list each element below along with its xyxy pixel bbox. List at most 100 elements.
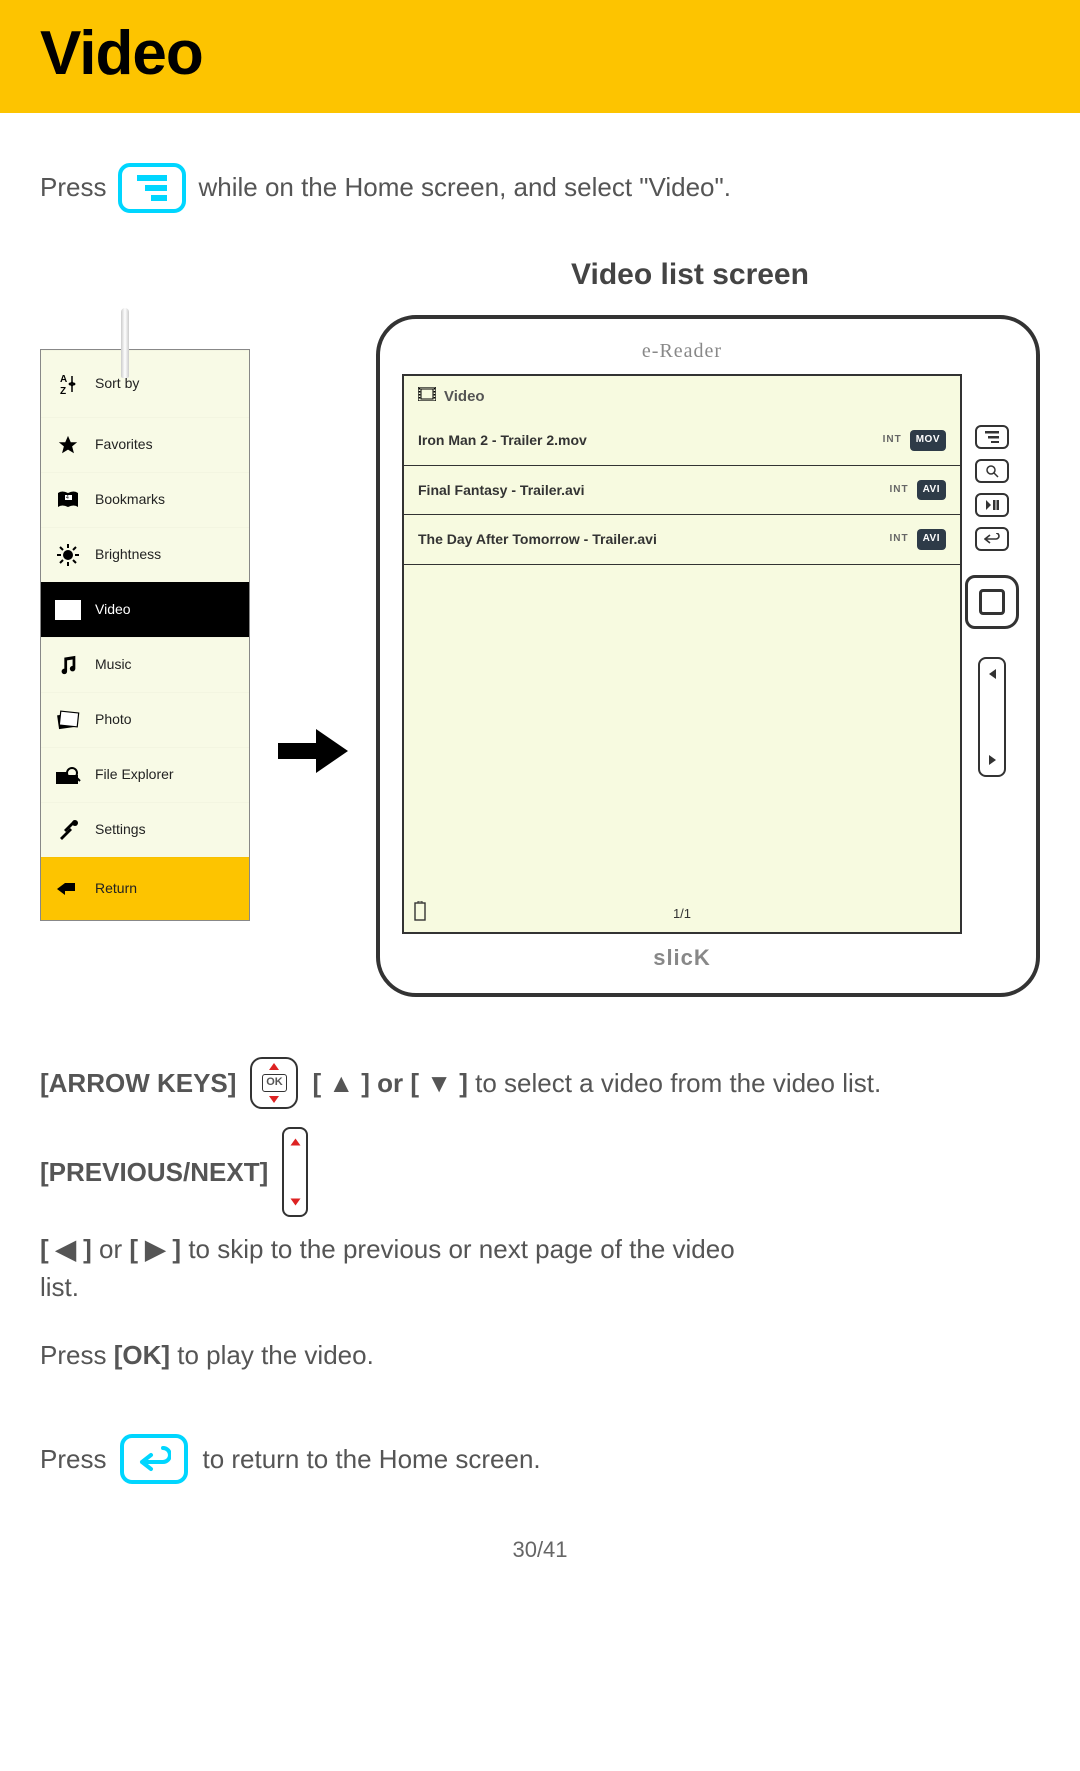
menu-button-icon bbox=[118, 163, 186, 213]
return-press: Press bbox=[40, 1441, 106, 1479]
arrow-right-icon bbox=[278, 723, 348, 790]
arrow-keys-text: to select a video from the video list. bbox=[468, 1068, 881, 1098]
sidebar-item-label: Return bbox=[95, 878, 137, 898]
hw-ok-button[interactable] bbox=[965, 575, 1019, 629]
sidebar-item-label: Bookmarks bbox=[95, 489, 165, 509]
return-icon bbox=[55, 876, 81, 902]
sidebar-item-file-explorer[interactable]: File Explorer bbox=[41, 747, 249, 802]
video-location: INT bbox=[883, 433, 902, 448]
triangle-down-icon bbox=[269, 1096, 279, 1103]
device-mockup: e-Reader Video Iron Man 2 - Trailer 2.mo… bbox=[376, 315, 1040, 998]
device-brand-top: e-Reader bbox=[402, 337, 962, 366]
video-list-item[interactable]: The Day After Tomorrow - Trailer.avi INT… bbox=[404, 515, 960, 565]
triangle-up-icon bbox=[269, 1063, 279, 1070]
sidebar-item-photo[interactable]: Photo bbox=[41, 692, 249, 747]
prev-next-mid: or bbox=[99, 1234, 122, 1264]
sidebar-item-brightness[interactable]: Brightness bbox=[41, 527, 249, 582]
intro-line: Press while on the Home screen, and sele… bbox=[40, 163, 1040, 213]
video-tags: INT AVI bbox=[889, 480, 946, 501]
video-list-item[interactable]: Iron Man 2 - Trailer 2.mov INT MOV bbox=[404, 416, 960, 466]
hw-rocker[interactable] bbox=[978, 657, 1006, 777]
device-brand-bottom: slicK bbox=[402, 942, 962, 974]
ok-label: OK bbox=[262, 1074, 287, 1092]
tools-icon bbox=[55, 817, 81, 843]
sidebar-item-bookmarks[interactable]: 4 Bookmarks bbox=[41, 472, 249, 527]
press-ok-b: to play the video. bbox=[170, 1340, 374, 1370]
page-title: Video bbox=[40, 18, 1040, 89]
header-banner: Video bbox=[0, 0, 1080, 113]
device-screen: Video Iron Man 2 - Trailer 2.mov INT MOV… bbox=[402, 374, 962, 934]
arrow-keys-bold: [ ▲ ] or [ ▼ ] bbox=[312, 1068, 467, 1098]
press-ok-a: Press bbox=[40, 1340, 114, 1370]
sidebar-item-sortby[interactable]: AZ Sort by bbox=[41, 350, 249, 417]
sidebar-item-label: File Explorer bbox=[95, 764, 174, 784]
video-title: Iron Man 2 - Trailer 2.mov bbox=[418, 430, 587, 450]
instruction-return: Press to return to the Home screen. bbox=[40, 1434, 1040, 1484]
return-text: to return to the Home screen. bbox=[202, 1441, 540, 1479]
triangle-right-icon bbox=[989, 755, 996, 765]
video-title: The Day After Tomorrow - Trailer.avi bbox=[418, 529, 657, 549]
video-tags: INT AVI bbox=[889, 529, 946, 550]
stylus-icon bbox=[121, 308, 129, 378]
prev-next-bold-a: [ ◀ ] bbox=[40, 1234, 99, 1264]
video-format: AVI bbox=[917, 529, 946, 550]
video-format: AVI bbox=[917, 480, 946, 501]
instruction-press-ok: Press [OK] to play the video. bbox=[40, 1337, 1040, 1375]
screen-header: Video bbox=[404, 376, 960, 417]
rocker-icon bbox=[282, 1127, 308, 1217]
instruction-prev-next: [PREVIOUS/NEXT] [ ◀ ] or [ ▶ ] to skip t… bbox=[40, 1127, 1040, 1306]
hw-zoom-button[interactable] bbox=[975, 459, 1009, 483]
battery-icon bbox=[414, 901, 426, 927]
sidebar-item-music[interactable]: Music bbox=[41, 637, 249, 692]
device-side-buttons bbox=[962, 335, 1022, 777]
music-icon bbox=[55, 652, 81, 678]
photo-icon bbox=[55, 707, 81, 733]
video-icon bbox=[418, 386, 436, 408]
content-area: Press while on the Home screen, and sele… bbox=[0, 113, 1080, 1606]
sidebar-item-label: Settings bbox=[95, 819, 146, 839]
svg-text:A: A bbox=[60, 374, 67, 385]
page-indicator: 1/1 bbox=[673, 905, 691, 924]
sidebar-item-label: Favorites bbox=[95, 434, 153, 454]
intro-press: Press bbox=[40, 169, 106, 207]
sidebar-item-video[interactable]: Video bbox=[41, 582, 249, 637]
device-front: e-Reader Video Iron Man 2 - Trailer 2.mo… bbox=[402, 335, 962, 974]
sidebar-item-label: Video bbox=[95, 599, 131, 619]
sidebar-menu: AZ Sort by Favorites 4 Bookmarks bbox=[40, 349, 250, 921]
sidebar-item-label: Sort by bbox=[95, 373, 139, 393]
sidebar-item-return[interactable]: Return bbox=[41, 857, 249, 920]
triangle-up-red-icon bbox=[290, 1139, 300, 1146]
video-list-item[interactable]: Final Fantasy - Trailer.avi INT AVI bbox=[404, 466, 960, 516]
hw-playpause-button[interactable] bbox=[975, 493, 1009, 517]
video-location: INT bbox=[889, 532, 908, 547]
video-title: Final Fantasy - Trailer.avi bbox=[418, 480, 585, 500]
sidebar-item-settings[interactable]: Settings bbox=[41, 802, 249, 857]
instruction-arrow-keys: [ARROW KEYS] OK [ ▲ ] or [ ▼ ] to select… bbox=[40, 1057, 1040, 1109]
figure-subtitle: Video list screen bbox=[340, 253, 1040, 297]
press-ok-bold: [OK] bbox=[114, 1340, 170, 1370]
book-icon: 4 bbox=[55, 487, 81, 513]
triangle-down-red-icon bbox=[290, 1199, 300, 1206]
video-icon bbox=[55, 597, 81, 623]
arrow-keys-label: [ARROW KEYS] bbox=[40, 1065, 236, 1103]
sidebar-item-label: Photo bbox=[95, 709, 132, 729]
svg-text:Z: Z bbox=[60, 386, 66, 396]
video-location: INT bbox=[889, 483, 908, 498]
svg-text:4: 4 bbox=[66, 495, 69, 501]
page-number: 30/41 bbox=[40, 1534, 1040, 1566]
screen-title: Video bbox=[444, 386, 485, 408]
star-icon bbox=[55, 432, 81, 458]
figure-row: AZ Sort by Favorites 4 Bookmarks bbox=[40, 315, 1040, 998]
sort-icon: AZ bbox=[55, 371, 81, 397]
intro-rest: while on the Home screen, and select "Vi… bbox=[198, 169, 731, 207]
hw-menu-button[interactable] bbox=[975, 425, 1009, 449]
video-format: MOV bbox=[910, 430, 946, 451]
ok-button-icon: OK bbox=[250, 1057, 298, 1109]
video-tags: INT MOV bbox=[883, 430, 946, 451]
prev-next-label: [PREVIOUS/NEXT] bbox=[40, 1154, 268, 1192]
sidebar-item-favorites[interactable]: Favorites bbox=[41, 417, 249, 472]
sidebar-item-label: Brightness bbox=[95, 544, 161, 564]
triangle-left-icon bbox=[989, 669, 996, 679]
hw-back-button[interactable] bbox=[975, 527, 1009, 551]
return-button-icon bbox=[120, 1434, 188, 1484]
